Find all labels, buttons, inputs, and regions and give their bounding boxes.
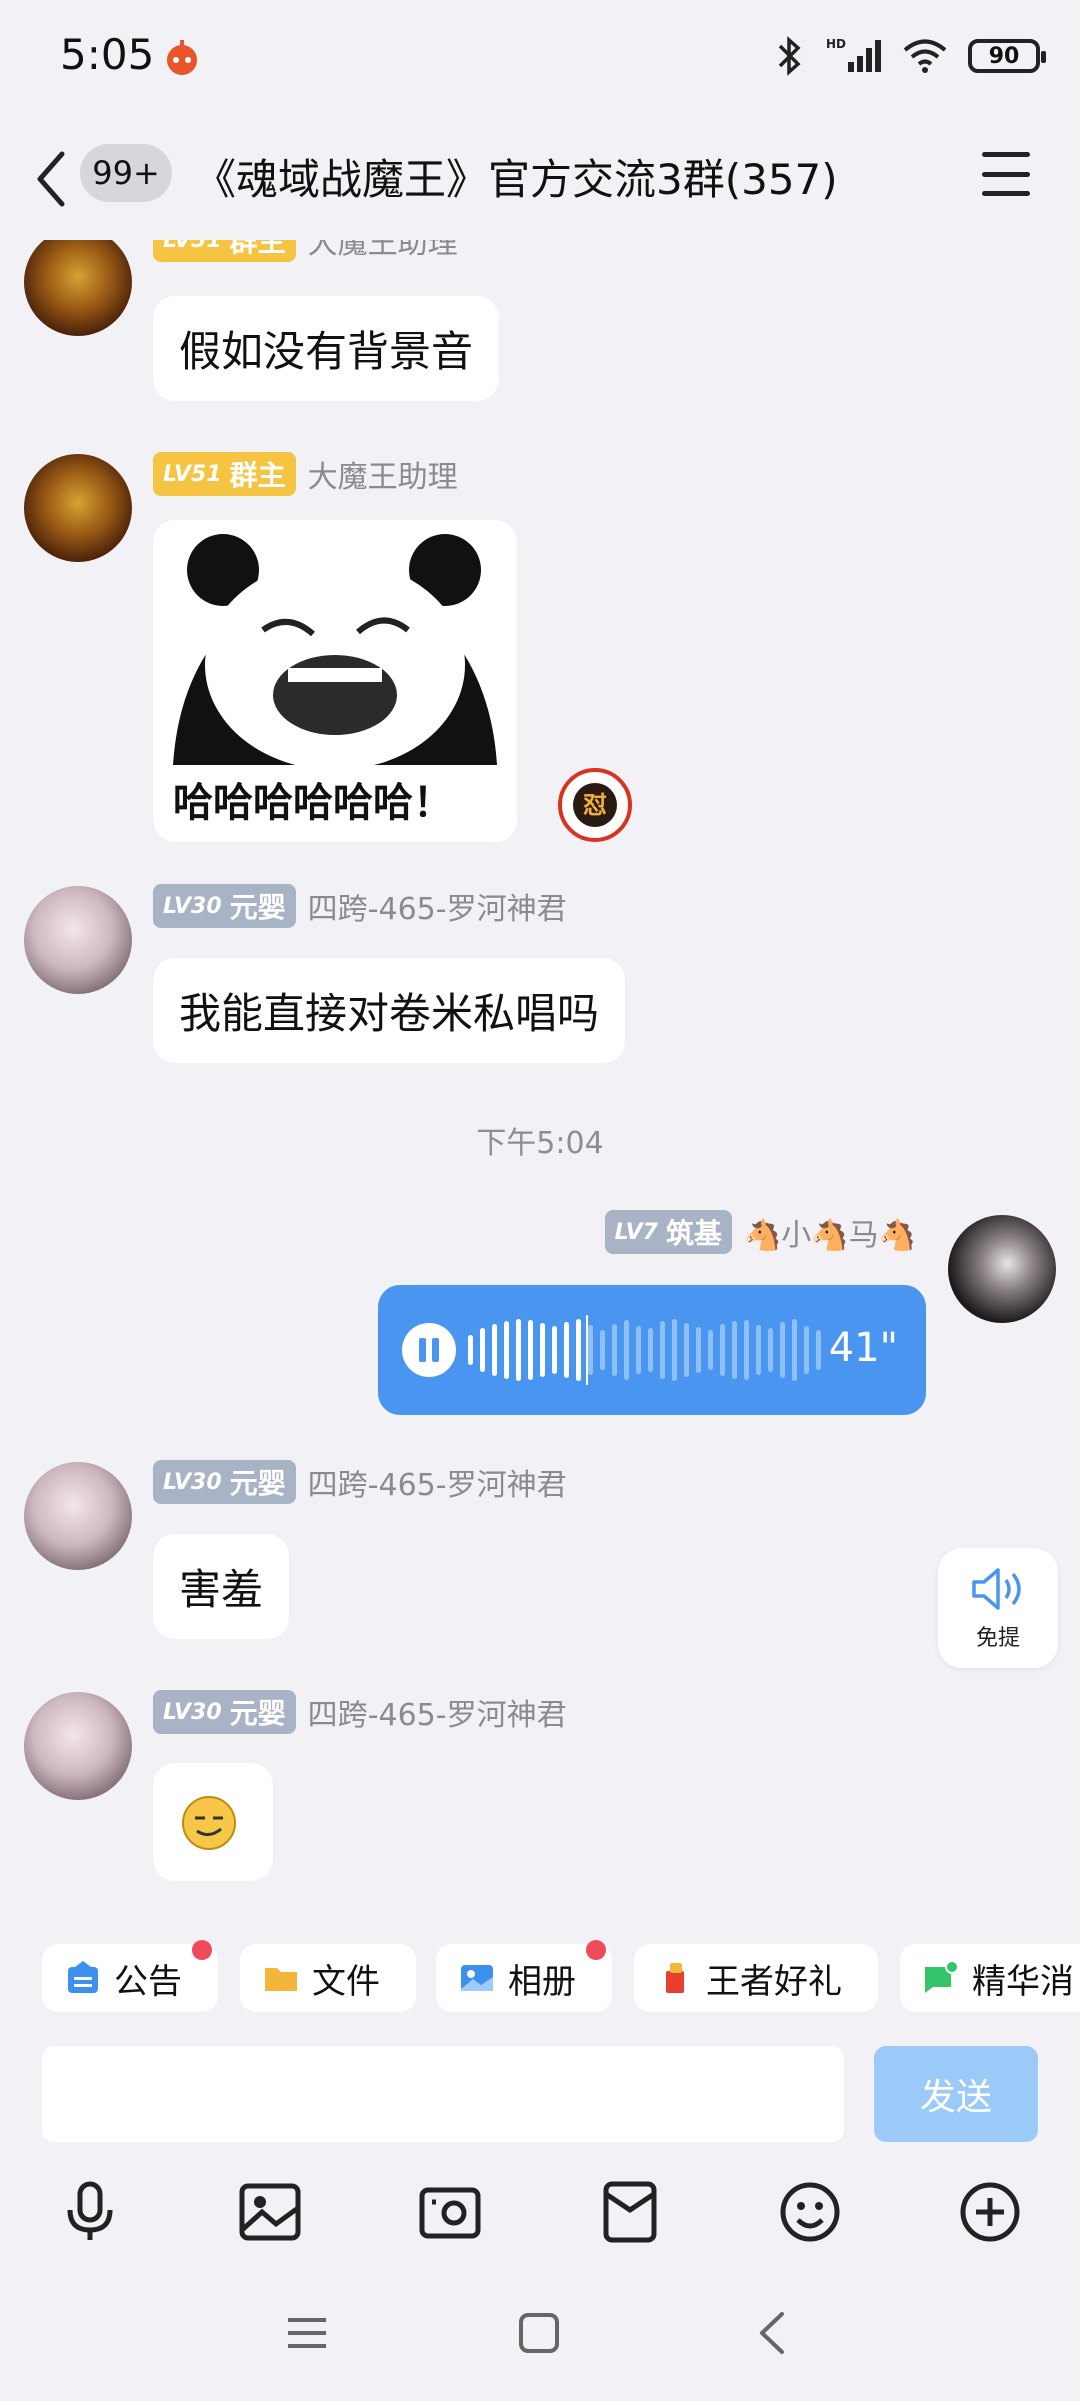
message-list[interactable]: LV51 群主 大魔王助理 假如没有背景音 LV51 群主 大魔王助理 哈哈哈哈哈哈… [0,240,1080,1930]
avatar[interactable] [948,1215,1056,1323]
waveform-icon [468,1315,821,1385]
camera-button[interactable] [418,2180,482,2244]
red-packet-icon [603,2181,657,2243]
recents-button[interactable] [282,2308,332,2358]
chevron-left-icon [37,151,65,207]
plus-icon [960,2182,1020,2242]
avatar[interactable] [24,1692,132,1800]
pause-icon[interactable] [402,1323,456,1377]
time-separator: 下午5:04 [476,1126,604,1161]
signal-icon: HD [826,37,881,72]
menu-button[interactable] [982,152,1030,196]
menu-icon [288,2318,326,2348]
message-input[interactable] [42,2046,844,2142]
sticker-caption: 哈哈哈哈哈哈！ [173,780,453,826]
reaction-icon[interactable]: 怼 [558,768,632,842]
handsfree-label: 免提 [975,1626,1020,1651]
avatar[interactable] [24,454,132,562]
tab-label: 王者好礼 [706,1961,842,2002]
emoji-button[interactable] [778,2180,842,2244]
album-icon [461,1965,493,1991]
tab-files[interactable]: 文件 [240,1944,416,2012]
sender-meta: LV51 群主 大魔王助理 [153,452,458,496]
menu-icon [982,152,1030,157]
wifi-icon [903,39,947,73]
status-bar: 5:05 HD 90 [0,0,1080,118]
tab-label: 文件 [312,1961,380,2002]
tab-announcement[interactable]: 公告 [42,1940,218,2012]
gift-icon [666,1963,684,1993]
emoji-message[interactable] [153,1763,273,1881]
tab-gift[interactable]: 王者好礼 [634,1944,878,2012]
level-badge: LV30 元婴 [153,1460,296,1504]
sender-meta: LV30 元婴 四跨-465-罗河神君 [153,884,567,928]
system-back-button[interactable] [748,2308,798,2358]
notification-dot [586,1940,606,1960]
app-notification-icon [162,36,202,76]
chevron-left-icon [760,2312,784,2354]
level-badge: LV51 群主 [153,452,296,496]
bluetooth-icon [778,36,801,76]
sender-meta: LV30 元婴 四跨-465-罗河神君 [153,1460,567,1504]
sticker-message[interactable]: 哈哈哈哈哈哈！ [153,520,517,842]
svg-text:HD: HD [826,37,846,51]
voice-duration: 41" [828,1325,898,1371]
message-bubble[interactable]: 假如没有背景音 [153,296,500,401]
level-badge: LV30 元婴 [153,1690,296,1734]
level-badge: LV7 筑基 [604,1210,732,1254]
voice-input-button[interactable] [58,2180,122,2244]
folder-icon [265,1968,297,1991]
level-badge: LV51 群主 [153,240,296,262]
sender-name[interactable]: 四跨-465-罗河神君 [308,1460,567,1504]
group-title[interactable]: 《魂域战魔王》官方交流3群(357) [194,146,838,207]
gallery-button[interactable] [238,2180,302,2244]
handsfree-button[interactable]: 免提 [938,1548,1058,1668]
notification-dot [192,1940,212,1960]
camera-icon [419,2187,481,2239]
avatar[interactable] [24,886,132,994]
message-bubble[interactable]: 我能直接对卷米私唱吗 [153,958,626,1063]
announcement-icon [68,1961,98,1993]
system-navigation [0,2280,1080,2401]
level-badge: LV30 元婴 [153,884,296,928]
tab-label: 相册 [508,1961,576,2002]
battery-indicator: 90 [968,39,1046,73]
sender-meta: LV51 群主 大魔王助理 [153,240,458,262]
tab-label: 公告 [114,1961,182,2002]
more-button[interactable] [958,2180,1022,2244]
tab-label: 精华消 [972,1961,1074,2002]
sender-name[interactable]: 四跨-465-罗河神君 [308,884,567,928]
square-icon [519,2313,559,2353]
sender-name[interactable]: 大魔王助理 [308,240,458,262]
svg-text:怼: 怼 [583,791,607,819]
emoji-icon [780,2182,840,2242]
message-bubble[interactable]: 害羞 [153,1534,290,1639]
input-toolbar [0,2160,1080,2260]
microphone-icon [67,2181,113,2240]
sender-meta: LV30 元婴 四跨-465-罗河神君 [153,1690,567,1734]
avatar[interactable] [24,1462,132,1570]
sender-name[interactable]: 🐴小🐴马🐴 [744,1210,916,1254]
home-button[interactable] [514,2308,564,2358]
composer: 发送 [0,2040,1080,2150]
group-quick-tabs: 公告 文件 相册 王者好礼 精华消 [0,1930,1080,2026]
status-time: 5:05 [60,30,155,79]
image-icon [239,2183,301,2241]
sender-name[interactable]: 四跨-465-罗河神君 [308,1690,567,1734]
panda-meme-image [173,534,497,770]
speaker-icon [972,1568,1021,1610]
unread-count-badge[interactable]: 99+ [80,144,172,202]
tab-essence[interactable]: 精华消 [900,1944,1080,2012]
send-button[interactable]: 发送 [874,2046,1038,2142]
smirk-emoji-icon [182,1796,236,1850]
sender-name[interactable]: 大魔王助理 [308,452,458,496]
chat-header: 99+ 《魂域战魔王》官方交流3群(357) [0,118,1080,240]
avatar[interactable] [24,240,132,336]
red-packet-button[interactable] [598,2180,662,2244]
tab-album[interactable]: 相册 [436,1940,612,2012]
voice-message[interactable]: 41" [378,1285,926,1415]
essence-icon [925,1960,959,1993]
sender-meta: LV7 筑基 🐴小🐴马🐴 [604,1210,916,1254]
status-icons: HD 90 [772,36,1046,76]
